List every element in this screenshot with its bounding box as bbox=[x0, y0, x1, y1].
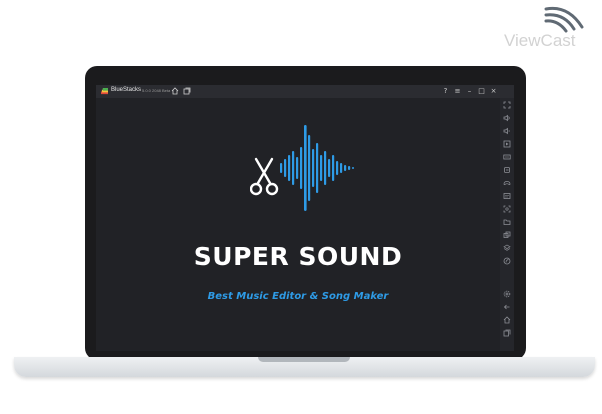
app-title-text: SUPER SOUND bbox=[193, 242, 403, 271]
folder-icon[interactable] bbox=[503, 218, 511, 226]
settings-icon[interactable] bbox=[503, 290, 511, 298]
app-version: 5.0.0 2048 Beta bbox=[142, 88, 171, 93]
laptop-notch bbox=[258, 357, 350, 362]
waveform-icon bbox=[280, 125, 354, 211]
volume-up-icon[interactable] bbox=[503, 114, 511, 122]
home-icon[interactable] bbox=[171, 87, 179, 95]
emulator-screen: BlueStacks 5.0.0 2048 Beta ? ≡ – □ × SUP… bbox=[96, 85, 514, 351]
bluestacks-logo-icon bbox=[101, 88, 108, 95]
fullscreen-icon[interactable] bbox=[503, 101, 511, 109]
apk-icon[interactable] bbox=[503, 192, 511, 200]
maximize-button[interactable]: □ bbox=[477, 86, 486, 96]
back-icon[interactable] bbox=[503, 303, 511, 311]
rotate-icon[interactable] bbox=[503, 166, 511, 174]
super-sound-logo bbox=[250, 125, 354, 211]
viewcast-watermark: ViewCast bbox=[500, 5, 596, 55]
signal-waves-icon bbox=[544, 6, 584, 33]
app-title: BlueStacks bbox=[111, 87, 142, 93]
scissors-icon bbox=[250, 157, 279, 196]
close-button[interactable]: × bbox=[489, 86, 498, 96]
minimize-button[interactable]: – bbox=[465, 86, 474, 96]
volume-down-icon[interactable] bbox=[503, 127, 511, 135]
emulator-sidebar bbox=[500, 98, 514, 351]
home-nav-icon[interactable] bbox=[503, 316, 511, 324]
gamepad-icon[interactable] bbox=[503, 179, 511, 187]
eco-icon[interactable] bbox=[503, 257, 511, 265]
multi-instance-icon[interactable] bbox=[503, 231, 511, 239]
multi-tab-icon[interactable] bbox=[183, 87, 191, 95]
watermark-text: ViewCast bbox=[504, 31, 576, 50]
screenshot-icon[interactable] bbox=[503, 205, 511, 213]
layers-icon[interactable] bbox=[503, 244, 511, 252]
play-icon[interactable] bbox=[503, 140, 511, 148]
menu-button[interactable]: ≡ bbox=[453, 86, 462, 96]
keyboard-icon[interactable] bbox=[503, 153, 511, 161]
recent-apps-icon[interactable] bbox=[503, 329, 511, 337]
app-subtitle-text: Best Music Editor & Song Maker bbox=[207, 291, 389, 302]
emulator-titlebar: BlueStacks 5.0.0 2048 Beta ? ≡ – □ × bbox=[96, 85, 514, 98]
help-button[interactable]: ? bbox=[441, 86, 450, 96]
